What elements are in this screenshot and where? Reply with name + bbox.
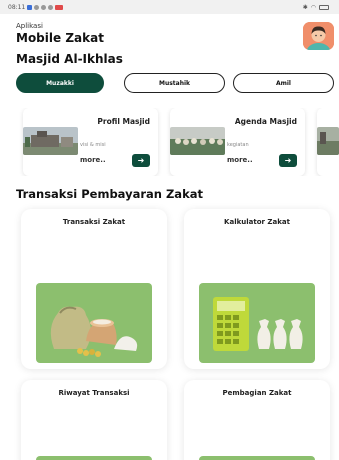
transaksi-zakat-card[interactable]: Transaksi Zakat <box>21 209 167 369</box>
history-icon <box>36 456 152 460</box>
pembagian-zakat-card[interactable]: Pembagian Zakat <box>184 380 330 460</box>
user-avatar-icon <box>303 22 334 50</box>
kalkulator-zakat-card[interactable]: Kalkulator Zakat <box>184 209 330 369</box>
more-link[interactable]: more.. <box>227 156 253 164</box>
wifi-icon: ◠ <box>310 3 316 11</box>
next-card-partial[interactable] <box>317 108 339 176</box>
status-time: 08:11 <box>8 3 26 11</box>
masjid-name: Masjid Al-Ikhlas <box>16 52 123 66</box>
battery-icon <box>319 4 329 10</box>
role-tabs: Muzakki Mustahik Amil <box>16 73 334 93</box>
profil-masjid-card[interactable]: Profil Masjid visi & misi more.. ➜ <box>23 108 158 176</box>
card-subtitle: kegiatan <box>227 142 249 148</box>
notification-icon <box>27 4 33 10</box>
card-title: Pembagian Zakat <box>222 389 292 397</box>
section-title: Transaksi Pembayaran Zakat <box>16 187 203 201</box>
avatar[interactable] <box>303 22 334 50</box>
card-title: Profil Masjid <box>97 117 150 126</box>
riwayat-transaksi-card[interactable]: Riwayat Transaksi <box>21 380 167 460</box>
card-title: Kalkulator Zakat <box>224 218 290 226</box>
agenda-masjid-card[interactable]: Agenda Masjid kegiatan more.. ➜ <box>170 108 305 176</box>
mosque-photo <box>23 127 78 155</box>
notification-icon <box>34 4 40 10</box>
app-title: Mobile Zakat <box>16 31 104 45</box>
notification-icon <box>41 4 47 10</box>
open-profil-button[interactable]: ➜ <box>132 154 150 167</box>
status-left: 08:11 <box>8 3 64 11</box>
more-link[interactable]: more.. <box>80 156 106 164</box>
calculator-icon <box>199 283 315 363</box>
notification-icon <box>55 4 64 10</box>
arrow-right-icon: ➜ <box>137 155 145 165</box>
bluetooth-icon: ✱ <box>302 3 308 11</box>
distribution-icon <box>199 456 315 460</box>
app-subtitle: Aplikasi <box>16 22 43 30</box>
card-title: Riwayat Transaksi <box>58 389 130 397</box>
open-agenda-button[interactable]: ➜ <box>279 154 297 167</box>
agenda-photo <box>170 127 225 155</box>
status-bar: 08:11 ✱ ◠ <box>0 0 339 14</box>
card-subtitle: visi & misi <box>80 142 106 148</box>
tab-amil[interactable]: Amil <box>233 73 334 93</box>
notification-icon <box>48 4 54 10</box>
menu-carousel[interactable]: Profil Masjid visi & misi more.. ➜ Agend… <box>0 108 339 176</box>
tab-muzakki[interactable]: Muzakki <box>16 73 104 93</box>
card-title: Agenda Masjid <box>234 117 297 126</box>
card-title: Transaksi Zakat <box>62 218 126 226</box>
zakat-sacks-icon <box>36 283 152 363</box>
next-card-photo <box>317 127 339 155</box>
status-right: ✱ ◠ <box>303 4 329 11</box>
tab-mustahik[interactable]: Mustahik <box>124 73 225 93</box>
arrow-right-icon: ➜ <box>284 155 292 165</box>
